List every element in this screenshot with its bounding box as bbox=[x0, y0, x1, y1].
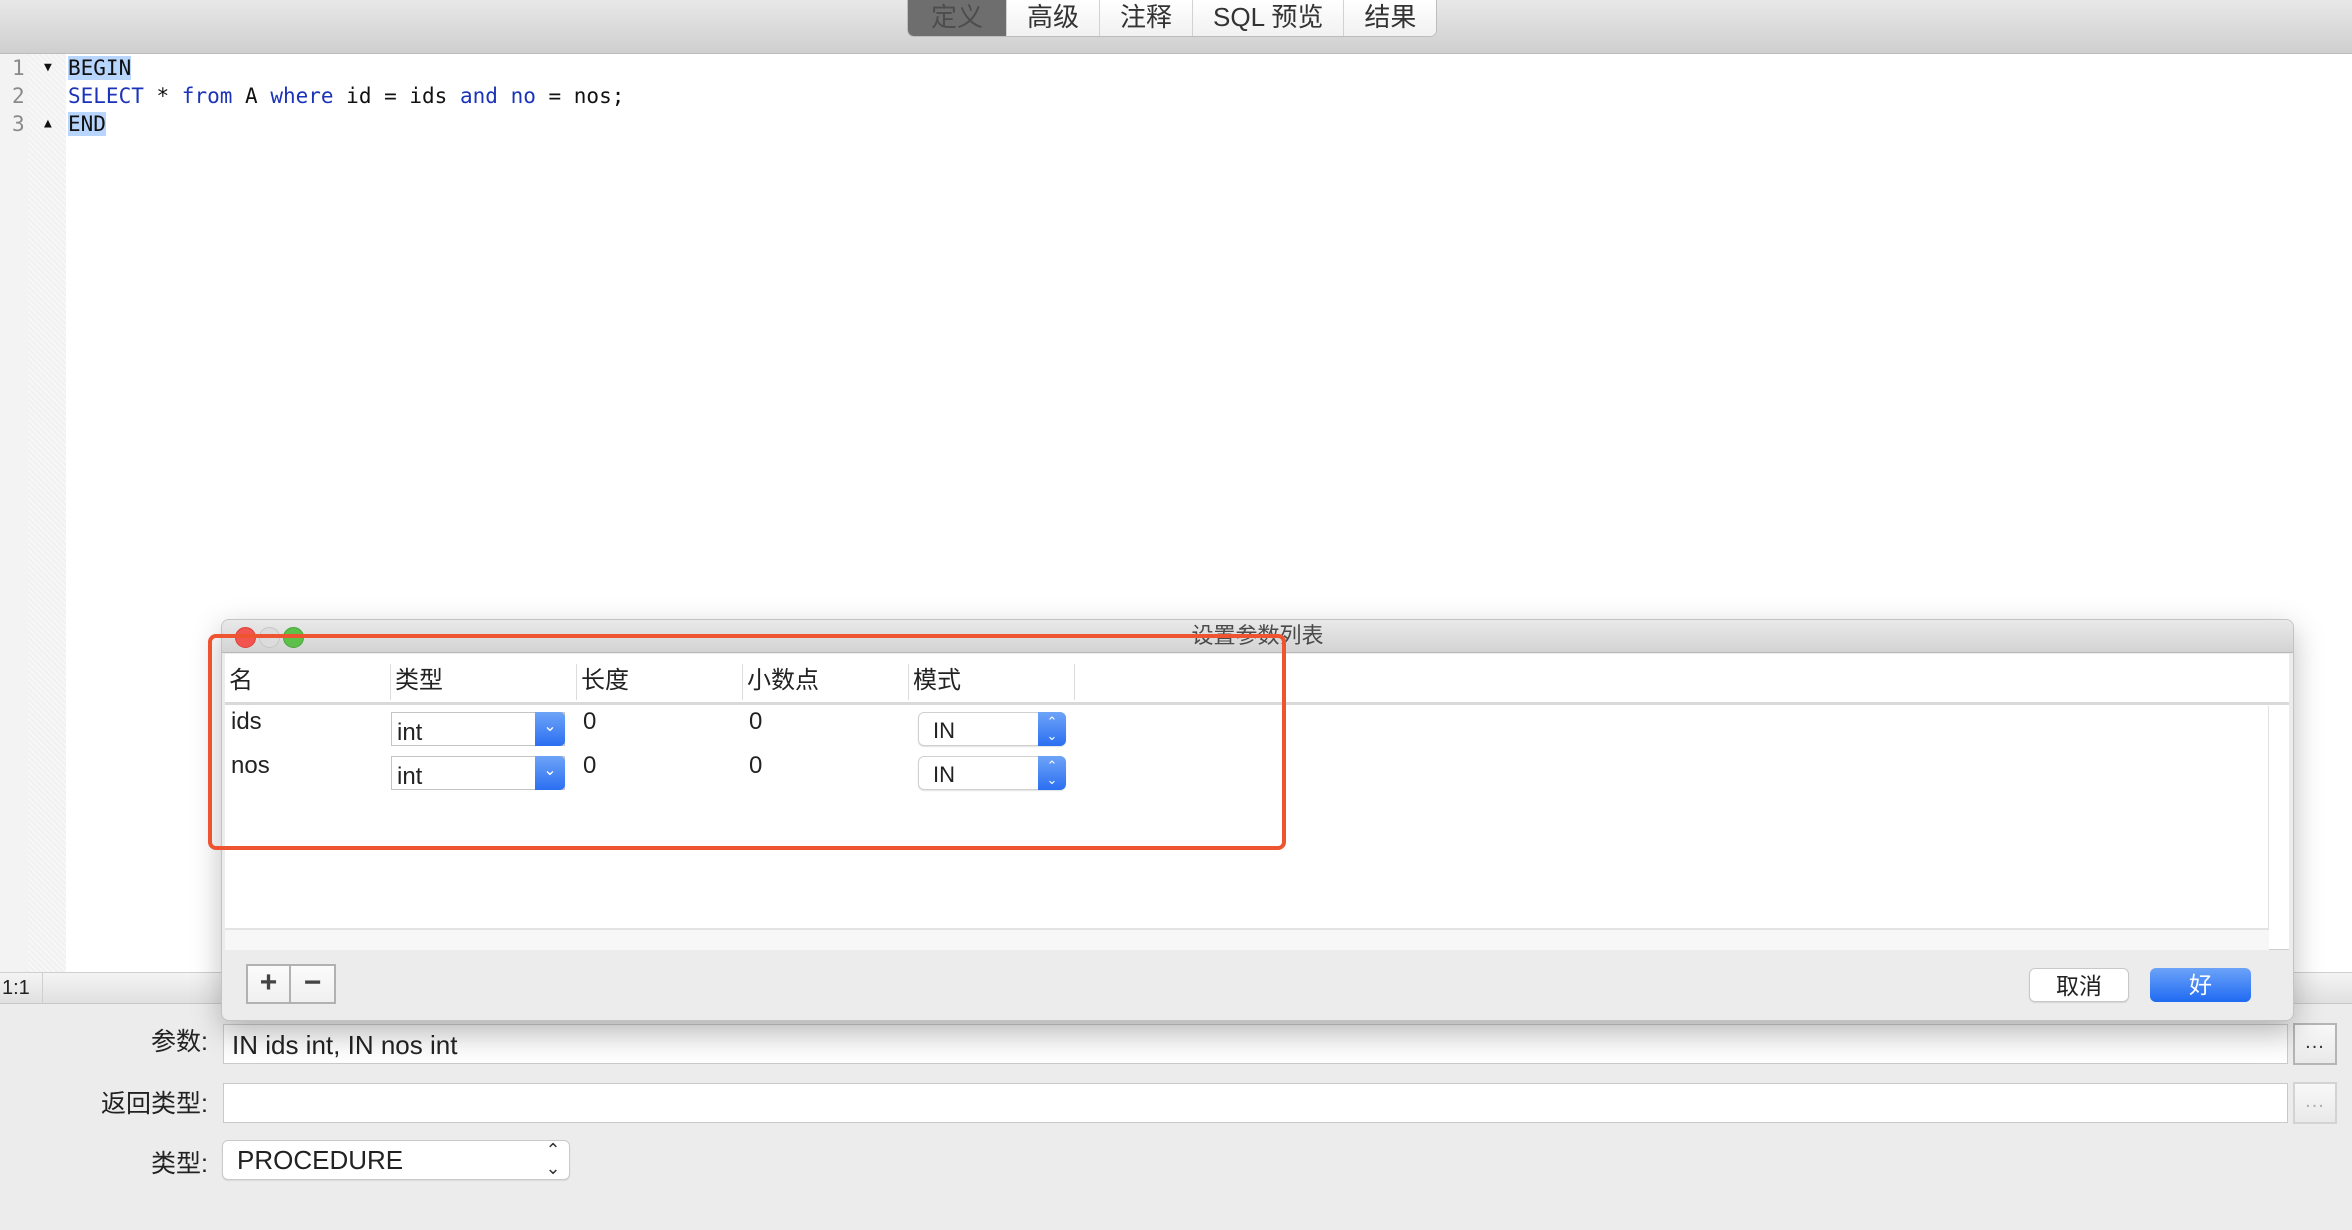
updown-chevron-icon: ⌃ ⌄ bbox=[545, 1140, 561, 1178]
fold-expand-icon[interactable]: ▲ bbox=[44, 110, 52, 138]
fold-column bbox=[28, 54, 66, 972]
updown-chevron-icon[interactable]: ⌃ ⌄ bbox=[1038, 712, 1066, 746]
chevron-down-icon[interactable]: ⌄ bbox=[535, 712, 565, 746]
code-text: BEGIN bbox=[68, 56, 132, 80]
updown-chevron-icon[interactable]: ⌃ ⌄ bbox=[1038, 756, 1066, 790]
sql-keyword: no bbox=[510, 84, 536, 108]
chevron-down-icon[interactable]: ⌄ bbox=[535, 756, 565, 790]
dialog-title-bar: 设置参数列表 bbox=[222, 620, 2293, 653]
close-window-button[interactable] bbox=[235, 627, 256, 648]
column-header-decimals[interactable]: 小数点 bbox=[743, 664, 909, 700]
param-type-select[interactable]: int ⌄ bbox=[391, 756, 565, 790]
code-line[interactable]: 3 ▲ END bbox=[0, 110, 2352, 138]
params-input[interactable]: IN ids int, IN nos int bbox=[223, 1024, 2288, 1064]
dialog-title: 设置参数列表 bbox=[1191, 623, 1324, 648]
param-length[interactable]: 0 bbox=[583, 752, 596, 780]
tab-sql-preview[interactable]: SQL 预览 bbox=[1193, 0, 1345, 36]
horizontal-scrollbar[interactable] bbox=[225, 928, 2269, 950]
param-mode-value: IN bbox=[933, 718, 955, 743]
return-type-ellipsis-button[interactable]: ... bbox=[2293, 1082, 2337, 1124]
column-header-name[interactable]: 名 bbox=[225, 664, 391, 700]
param-name[interactable]: ids bbox=[231, 708, 262, 736]
param-name[interactable]: nos bbox=[231, 752, 270, 780]
param-decimals[interactable]: 0 bbox=[749, 752, 762, 780]
params-ellipsis-button[interactable]: ... bbox=[2293, 1023, 2337, 1065]
tab-results[interactable]: 结果 bbox=[1344, 0, 1437, 36]
tab-advanced[interactable]: 高级 bbox=[1007, 0, 1101, 36]
zoom-window-button[interactable] bbox=[283, 627, 304, 648]
cancel-button[interactable]: 取消 bbox=[2029, 968, 2129, 1002]
param-mode-value: IN bbox=[933, 762, 955, 787]
type-label: 类型: bbox=[151, 1150, 208, 1178]
return-type-label: 返回类型: bbox=[101, 1090, 208, 1118]
param-decimals[interactable]: 0 bbox=[749, 708, 762, 736]
add-remove-buttons: + − bbox=[246, 964, 336, 1004]
top-toolbar: 定义 高级 注释 SQL 预览 结果 bbox=[0, 0, 2352, 54]
vertical-scrollbar[interactable] bbox=[2268, 706, 2269, 928]
ok-button[interactable]: 好 bbox=[2150, 968, 2251, 1002]
fold-collapse-icon[interactable]: ▼ bbox=[44, 54, 52, 82]
column-header-mode[interactable]: 模式 bbox=[909, 664, 1075, 700]
return-type-input[interactable] bbox=[223, 1083, 2288, 1123]
sql-keyword: and bbox=[459, 84, 498, 108]
column-header-length[interactable]: 长度 bbox=[577, 664, 743, 700]
cursor-position: 1:1 bbox=[0, 973, 43, 1003]
routine-type-select[interactable]: PROCEDURE ⌃ ⌄ bbox=[222, 1140, 570, 1180]
line-number: 3 bbox=[12, 112, 25, 136]
remove-parameter-button[interactable]: − bbox=[291, 964, 336, 1004]
table-row[interactable]: nos int ⌄ 0 0 IN ⌃ ⌄ bbox=[225, 750, 2289, 794]
column-header-type[interactable]: 类型 bbox=[391, 664, 577, 700]
line-number: 2 bbox=[12, 84, 25, 108]
table-row[interactable]: ids int ⌄ 0 0 IN ⌃ ⌄ bbox=[225, 706, 2289, 750]
param-mode-select[interactable]: IN ⌃ ⌄ bbox=[918, 712, 1066, 746]
sql-keyword: SELECT bbox=[68, 84, 144, 108]
sql-keyword: where bbox=[270, 84, 334, 108]
sql-text: * bbox=[143, 84, 182, 108]
sql-text: id = ids bbox=[333, 84, 460, 108]
tab-definition[interactable]: 定义 bbox=[908, 0, 1007, 36]
tab-comment[interactable]: 注释 bbox=[1100, 0, 1194, 36]
code-line[interactable]: 2 SELECT * from A where id = ids and no … bbox=[0, 82, 2352, 110]
parameters-table: 名 类型 长度 小数点 模式 ids int ⌄ 0 0 IN ⌃ ⌄ nos i… bbox=[225, 654, 2289, 950]
segmented-tabs: 定义 高级 注释 SQL 预览 结果 bbox=[907, 0, 1438, 37]
param-mode-select[interactable]: IN ⌃ ⌄ bbox=[918, 756, 1066, 790]
param-length[interactable]: 0 bbox=[583, 708, 596, 736]
set-parameters-dialog: 设置参数列表 名 类型 长度 小数点 模式 ids int ⌄ 0 0 IN ⌃… bbox=[221, 619, 2294, 1021]
sql-text: = nos; bbox=[535, 84, 625, 108]
code-line[interactable]: 1 ▼ BEGIN bbox=[0, 54, 2352, 82]
table-header: 名 类型 长度 小数点 模式 bbox=[225, 654, 2289, 705]
sql-text: A bbox=[232, 84, 271, 108]
minimize-window-button[interactable] bbox=[259, 627, 280, 648]
line-number-gutter bbox=[0, 54, 66, 972]
add-parameter-button[interactable]: + bbox=[246, 964, 291, 1004]
sql-keyword: from bbox=[181, 84, 233, 108]
params-label: 参数: bbox=[151, 1028, 208, 1056]
param-type-select[interactable]: int ⌄ bbox=[391, 712, 565, 746]
code-text: END bbox=[68, 112, 106, 136]
param-type-value: int bbox=[397, 719, 423, 746]
code-text: SELECT * from A where id = ids and no = … bbox=[68, 82, 624, 110]
param-type-value: int bbox=[397, 763, 423, 790]
line-number: 1 bbox=[12, 56, 25, 80]
routine-type-value: PROCEDURE bbox=[237, 1145, 404, 1175]
